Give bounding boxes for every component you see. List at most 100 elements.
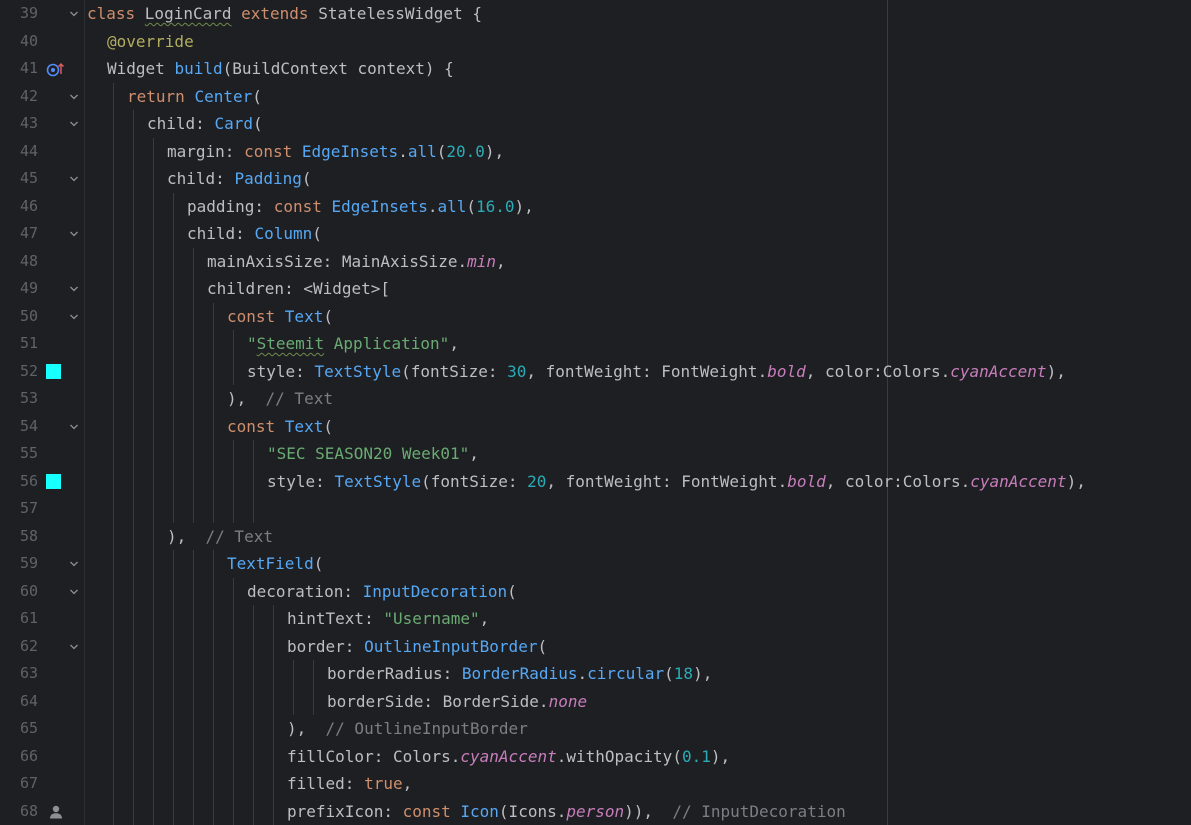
- fold-chevron-icon[interactable]: [69, 587, 79, 597]
- code-editor[interactable]: 39 class LoginCard extends StatelessWidge…: [0, 0, 1191, 825]
- line-number[interactable]: 56: [0, 468, 38, 496]
- fold-chevron-icon[interactable]: [69, 174, 79, 184]
- code-line[interactable]: 56 style: TextStyle(fontSize: 20, fontWei…: [0, 468, 1191, 496]
- line-number[interactable]: 52: [0, 358, 38, 386]
- line-number[interactable]: 61: [0, 605, 38, 633]
- line-number[interactable]: 43: [0, 110, 38, 138]
- code-line[interactable]: 64 borderSide: BorderSide.none: [0, 688, 1191, 716]
- line-number[interactable]: 62: [0, 633, 38, 661]
- code-line[interactable]: 39 class LoginCard extends StatelessWidge…: [0, 0, 1191, 28]
- code-text[interactable]: const Text(: [227, 413, 333, 441]
- line-number[interactable]: 48: [0, 248, 38, 276]
- fold-chevron-icon[interactable]: [69, 229, 79, 239]
- code-line[interactable]: 45 child: Padding(: [0, 165, 1191, 193]
- code-text[interactable]: class LoginCard extends StatelessWidget …: [87, 0, 482, 28]
- code-line[interactable]: 67 filled: true,: [0, 770, 1191, 798]
- code-line[interactable]: 41 Widget build(BuildContext context) {: [0, 55, 1191, 83]
- line-number[interactable]: 41: [0, 55, 38, 83]
- code-text[interactable]: ), // Text: [167, 523, 273, 551]
- code-text[interactable]: child: Column(: [187, 220, 322, 248]
- line-number[interactable]: 54: [0, 413, 38, 441]
- code-line[interactable]: 58 ), // Text: [0, 523, 1191, 551]
- code-text[interactable]: borderSide: BorderSide.none: [327, 688, 587, 716]
- code-line[interactable]: 44 margin: const EdgeInsets.all(20.0),: [0, 138, 1191, 166]
- line-number[interactable]: 40: [0, 28, 38, 56]
- line-number[interactable]: 50: [0, 303, 38, 331]
- code-text[interactable]: Widget build(BuildContext context) {: [107, 55, 454, 83]
- code-text[interactable]: borderRadius: BorderRadius.circular(18),: [327, 660, 712, 688]
- code-line[interactable]: 55 "SEC SEASON20 Week01",: [0, 440, 1191, 468]
- color-swatch-icon[interactable]: [46, 363, 61, 379]
- code-text[interactable]: "Steemit Application",: [247, 330, 459, 358]
- fold-chevron-icon[interactable]: [69, 9, 79, 19]
- fold-chevron-icon[interactable]: [69, 559, 79, 569]
- line-number[interactable]: 51: [0, 330, 38, 358]
- code-line[interactable]: 46 padding: const EdgeInsets.all(16.0),: [0, 193, 1191, 221]
- line-number[interactable]: 64: [0, 688, 38, 716]
- code-text[interactable]: return Center(: [127, 83, 262, 111]
- code-text[interactable]: border: OutlineInputBorder(: [287, 633, 547, 661]
- code-text[interactable]: padding: const EdgeInsets.all(16.0),: [187, 193, 534, 221]
- line-number[interactable]: 58: [0, 523, 38, 551]
- fold-chevron-icon[interactable]: [69, 92, 79, 102]
- line-number[interactable]: 67: [0, 770, 38, 798]
- line-number[interactable]: 47: [0, 220, 38, 248]
- fold-chevron-icon[interactable]: [69, 119, 79, 129]
- code-text[interactable]: mainAxisSize: MainAxisSize.min,: [207, 248, 506, 276]
- code-text[interactable]: ), // OutlineInputBorder: [287, 715, 528, 743]
- code-line[interactable]: 49 children: <Widget>[: [0, 275, 1191, 303]
- line-number[interactable]: 68: [0, 798, 38, 825]
- line-number[interactable]: 42: [0, 83, 38, 111]
- fold-chevron-icon[interactable]: [69, 312, 79, 322]
- line-number[interactable]: 65: [0, 715, 38, 743]
- code-line[interactable]: 57: [0, 495, 1191, 523]
- fold-chevron-icon[interactable]: [69, 284, 79, 294]
- line-number[interactable]: 59: [0, 550, 38, 578]
- line-number[interactable]: 46: [0, 193, 38, 221]
- code-text[interactable]: hintText: "Username",: [287, 605, 489, 633]
- code-text[interactable]: "SEC SEASON20 Week01",: [267, 440, 479, 468]
- line-number[interactable]: 55: [0, 440, 38, 468]
- line-number[interactable]: 60: [0, 578, 38, 606]
- line-number[interactable]: 45: [0, 165, 38, 193]
- code-text[interactable]: style: TextStyle(fontSize: 30, fontWeigh…: [247, 358, 1066, 386]
- code-line[interactable]: 62 border: OutlineInputBorder(: [0, 633, 1191, 661]
- override-method-icon[interactable]: [46, 61, 65, 77]
- code-line[interactable]: 42 return Center(: [0, 83, 1191, 111]
- code-text[interactable]: fillColor: Colors.cyanAccent.withOpacity…: [287, 743, 730, 771]
- code-line[interactable]: 52 style: TextStyle(fontSize: 30, fontWei…: [0, 358, 1191, 386]
- code-line[interactable]: 66 fillColor: Colors.cyanAccent.withOpaci…: [0, 743, 1191, 771]
- code-line[interactable]: 60 decoration: InputDecoration(: [0, 578, 1191, 606]
- line-number[interactable]: 53: [0, 385, 38, 413]
- code-line[interactable]: 54 const Text(: [0, 413, 1191, 441]
- line-number[interactable]: 63: [0, 660, 38, 688]
- code-text[interactable]: children: <Widget>[: [207, 275, 390, 303]
- fold-chevron-icon[interactable]: [69, 642, 79, 652]
- code-line[interactable]: 61 hintText: "Username",: [0, 605, 1191, 633]
- code-text[interactable]: child: Card(: [147, 110, 263, 138]
- code-line[interactable]: 59 TextField(: [0, 550, 1191, 578]
- code-line[interactable]: 50 const Text(: [0, 303, 1191, 331]
- code-text[interactable]: TextField(: [227, 550, 323, 578]
- code-line[interactable]: 53 ), // Text: [0, 385, 1191, 413]
- line-number[interactable]: 44: [0, 138, 38, 166]
- code-text[interactable]: filled: true,: [287, 770, 412, 798]
- code-line[interactable]: 40 @override: [0, 28, 1191, 56]
- color-swatch-icon[interactable]: [46, 473, 61, 489]
- code-text[interactable]: @override: [107, 28, 194, 56]
- code-text[interactable]: const Text(: [227, 303, 333, 331]
- code-text[interactable]: margin: const EdgeInsets.all(20.0),: [167, 138, 504, 166]
- line-number[interactable]: 49: [0, 275, 38, 303]
- line-number[interactable]: 57: [0, 495, 38, 523]
- code-text[interactable]: decoration: InputDecoration(: [247, 578, 517, 606]
- code-text[interactable]: child: Padding(: [167, 165, 312, 193]
- code-line[interactable]: 63 borderRadius: BorderRadius.circular(18…: [0, 660, 1191, 688]
- fold-chevron-icon[interactable]: [69, 422, 79, 432]
- code-line[interactable]: 65 ), // OutlineInputBorder: [0, 715, 1191, 743]
- line-number[interactable]: 66: [0, 743, 38, 771]
- code-text[interactable]: ), // Text: [227, 385, 333, 413]
- line-number[interactable]: 39: [0, 0, 38, 28]
- code-text[interactable]: prefixIcon: const Icon(Icons.person)), /…: [287, 798, 846, 825]
- code-line[interactable]: 47 child: Column(: [0, 220, 1191, 248]
- code-line[interactable]: 48 mainAxisSize: MainAxisSize.min,: [0, 248, 1191, 276]
